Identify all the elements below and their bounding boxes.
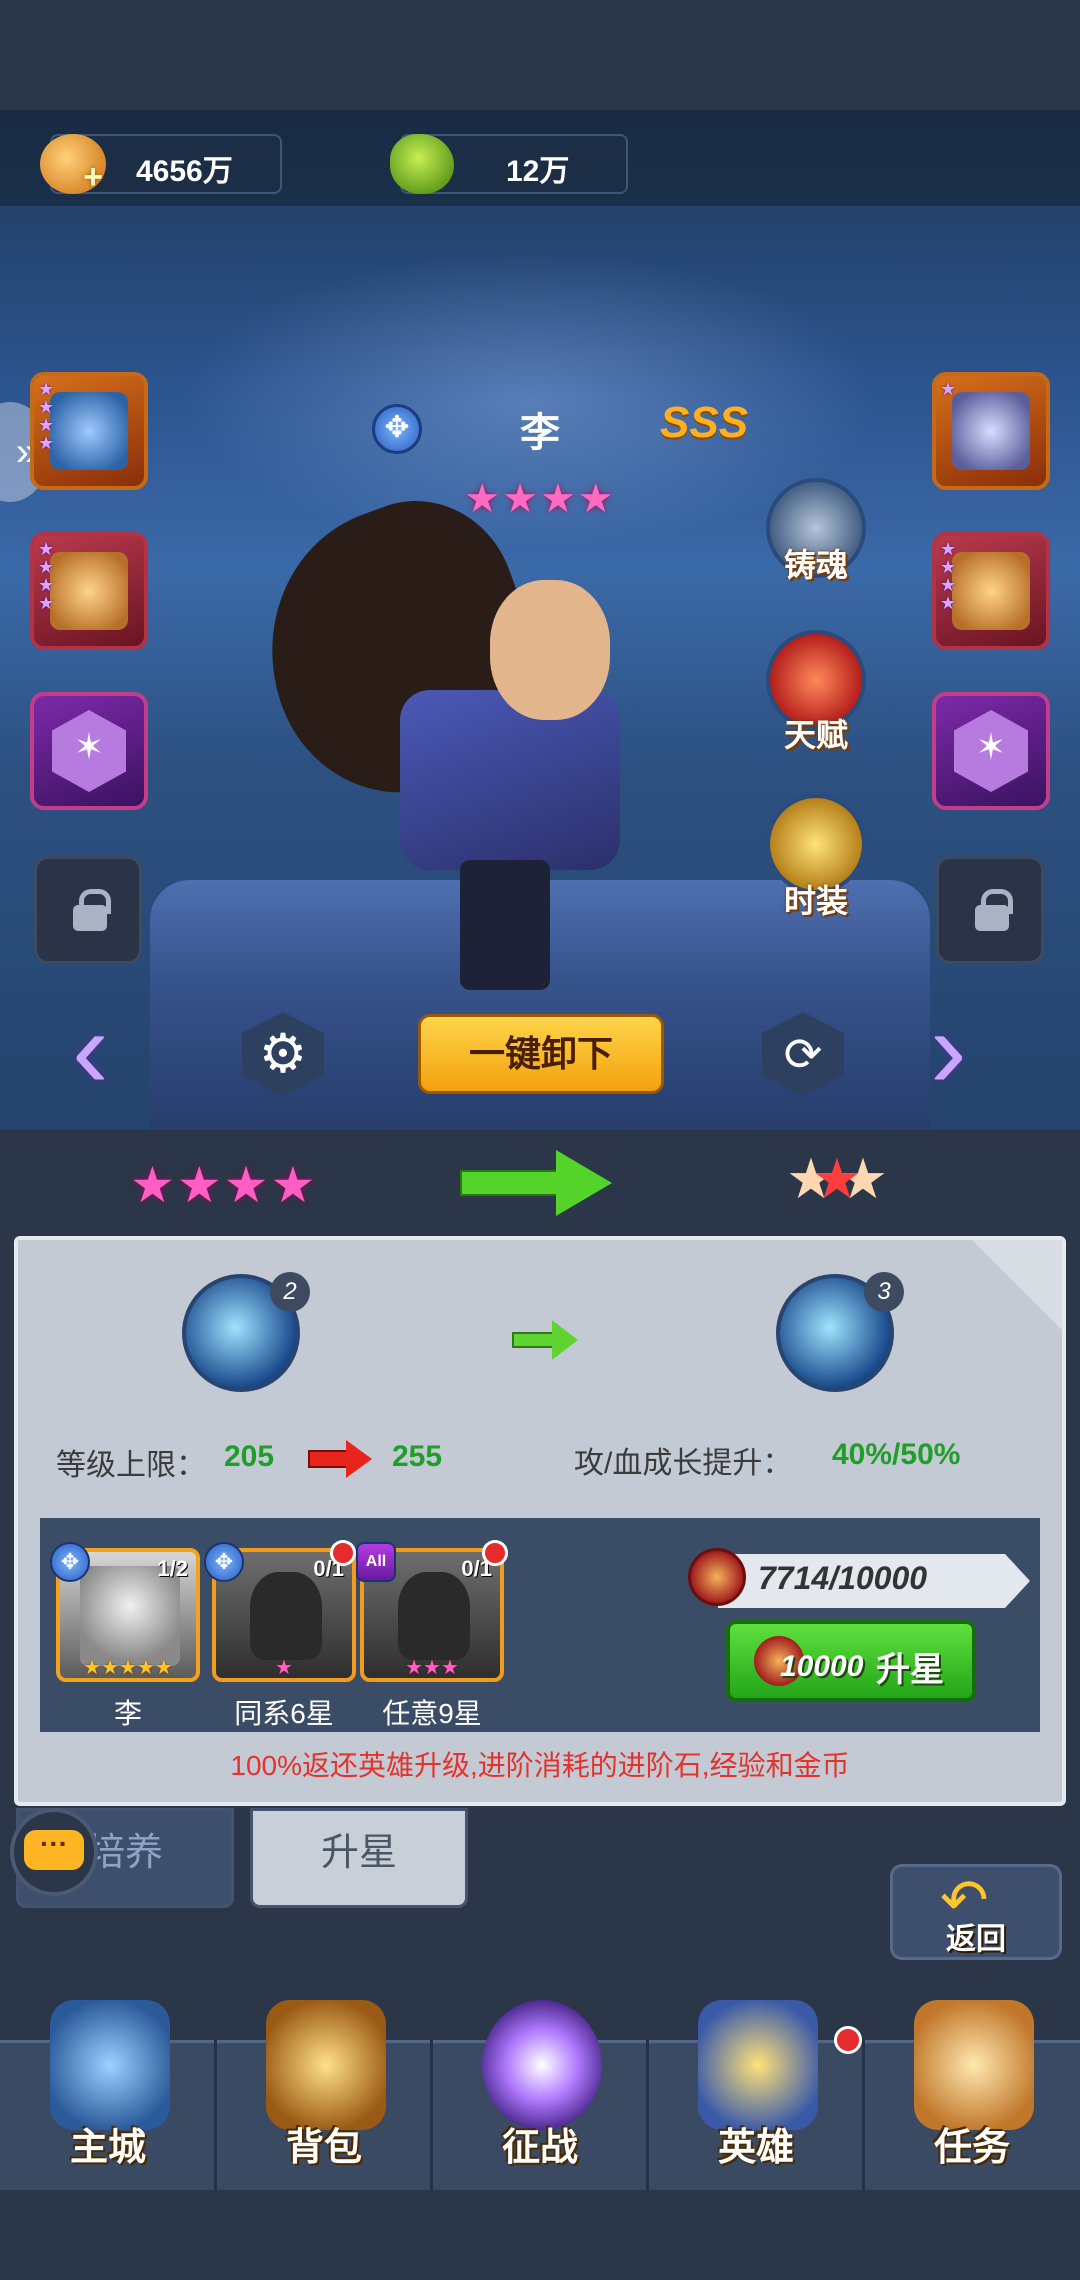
add-gold-icon[interactable]: + [78,160,108,194]
level-cap-to: 255 [392,1440,443,1473]
lock-icon [975,889,1013,931]
rune-gem-icon [52,710,126,792]
water-class-icon: ✥ [50,1542,90,1582]
material-name: 李 [113,1698,142,1729]
nav-label: 背包 [285,2127,362,2169]
nav-label: 英雄 [717,2127,794,2169]
rune-slot-left[interactable] [30,692,148,810]
tab-star-upgrade[interactable]: 升星 [250,1808,468,1908]
nav-main-city[interactable]: 主城 [0,2000,216,2190]
material-stars: ★★★ [405,1657,459,1679]
nav-heroes[interactable]: 英雄 [648,2000,864,2190]
skill-level-next: 3 [864,1272,904,1312]
slot-stars: ★ ★ ★ ★ [38,539,55,613]
dragon-portal-icon [482,2000,602,2130]
slot-stars: ★ [940,379,957,399]
talent-label[interactable]: 天赋 [756,710,876,756]
hero-name: 李 [520,411,560,455]
locked-slot-right[interactable] [936,856,1044,964]
upgrade-star-label[interactable]: 升星 [876,1642,944,1691]
gem-amount: 12万 [506,155,570,188]
nav-label: 任务 [933,2127,1010,2169]
panel-corner [972,1240,1062,1330]
star-token-icon [688,1548,746,1606]
soul-forge-label[interactable]: 铸魂 [756,540,876,586]
green-gem-icon [390,134,454,194]
material-name: 任意9星 [382,1698,482,1729]
costume-label[interactable]: 时装 [756,876,876,922]
alert-dot [834,2026,862,2054]
status-area [0,0,1080,110]
hero-helmet-icon [698,2000,818,2130]
chat-bubble-icon[interactable]: ··· [24,1830,84,1870]
armor-chest-icon [952,392,1030,470]
winged-red-star-icon: ★ [811,1147,863,1210]
helmet-placeholder-icon [250,1572,322,1660]
scroll-icon [914,2000,1034,2130]
hero-grade-badge: SSS [660,398,749,447]
upgrade-arrow-icon [460,1150,620,1216]
bottom-strip [0,2190,1080,2280]
nav-quests[interactable]: 任务 [864,2000,1080,2190]
boots-icon [952,552,1030,630]
gold-amount: 4656万 [136,155,233,188]
back-label[interactable]: 返回 [946,1914,1006,1958]
material-stars: ★★★★★ [83,1657,173,1679]
hero-portrait[interactable] [229,473,680,990]
hero-legs [460,860,550,990]
bracer-icon [50,552,128,630]
token-progress-text: 7714/10000 [758,1560,928,1596]
material-stars: ★ [275,1657,293,1679]
rune-gem-icon [954,710,1028,792]
locked-slot-left[interactable] [34,856,142,964]
alert-dot [330,1540,356,1566]
material-name: 同系6星 [234,1698,334,1729]
weapon-crossbow-icon [50,392,128,470]
nav-backpack[interactable]: 背包 [216,2000,432,2190]
hero-face [490,580,610,720]
slot-stars: ★ ★ ★ ★ [38,379,55,453]
level-cap-label: 等级上限： [56,1449,206,1482]
skill-level-current: 2 [270,1272,310,1312]
all-faction-badge: All [356,1542,396,1582]
skill-arrow-icon [512,1320,582,1360]
level-cap-arrow-icon [308,1440,374,1478]
hero-star-upgrade-screen: + 4656万 12万 » ★★★★ ★★★★ ★ ★★★★ ✥ 李 SSS ★… [0,0,1080,2280]
nav-label: 征战 [501,2127,578,2169]
upgrade-cost[interactable]: 10000 [780,1650,863,1684]
lock-icon [73,889,111,931]
next-hero-arrow-icon[interactable]: › [930,995,1010,1110]
boots-slot[interactable]: ★ ★ ★ ★ [932,532,1050,650]
armor-slot[interactable]: ★ [932,372,1050,490]
castle-icon [50,2000,170,2130]
material-count: 1/2 [157,1556,188,1581]
water-class-icon: ✥ [372,404,422,454]
unequip-all-button[interactable]: 一键卸下 [418,1014,664,1094]
growth-value: 40%/50% [832,1438,961,1471]
weapon-slot[interactable]: ★ ★ ★ ★ [30,372,148,490]
refund-note: 100%返还英雄升级,进阶消耗的进阶石,经验和金币 [230,1750,850,1781]
water-class-icon: ✥ [204,1542,244,1582]
rune-slot-right[interactable] [932,692,1050,810]
current-stars: ★★★★ [130,1157,318,1213]
treasure-chest-icon [266,2000,386,2130]
alert-dot [482,1540,508,1566]
helmet-placeholder-icon [398,1572,470,1660]
nav-label: 主城 [69,2127,146,2169]
previous-hero-arrow-icon[interactable]: ‹ [72,995,152,1110]
growth-label: 攻/血成长提升： [574,1447,793,1480]
level-cap-from: 205 [224,1440,275,1473]
hero-armor [400,690,620,870]
bracer-slot[interactable]: ★ ★ ★ ★ [30,532,148,650]
slot-stars: ★ ★ ★ ★ [940,539,957,613]
nav-campaign[interactable]: 征战 [432,2000,648,2190]
